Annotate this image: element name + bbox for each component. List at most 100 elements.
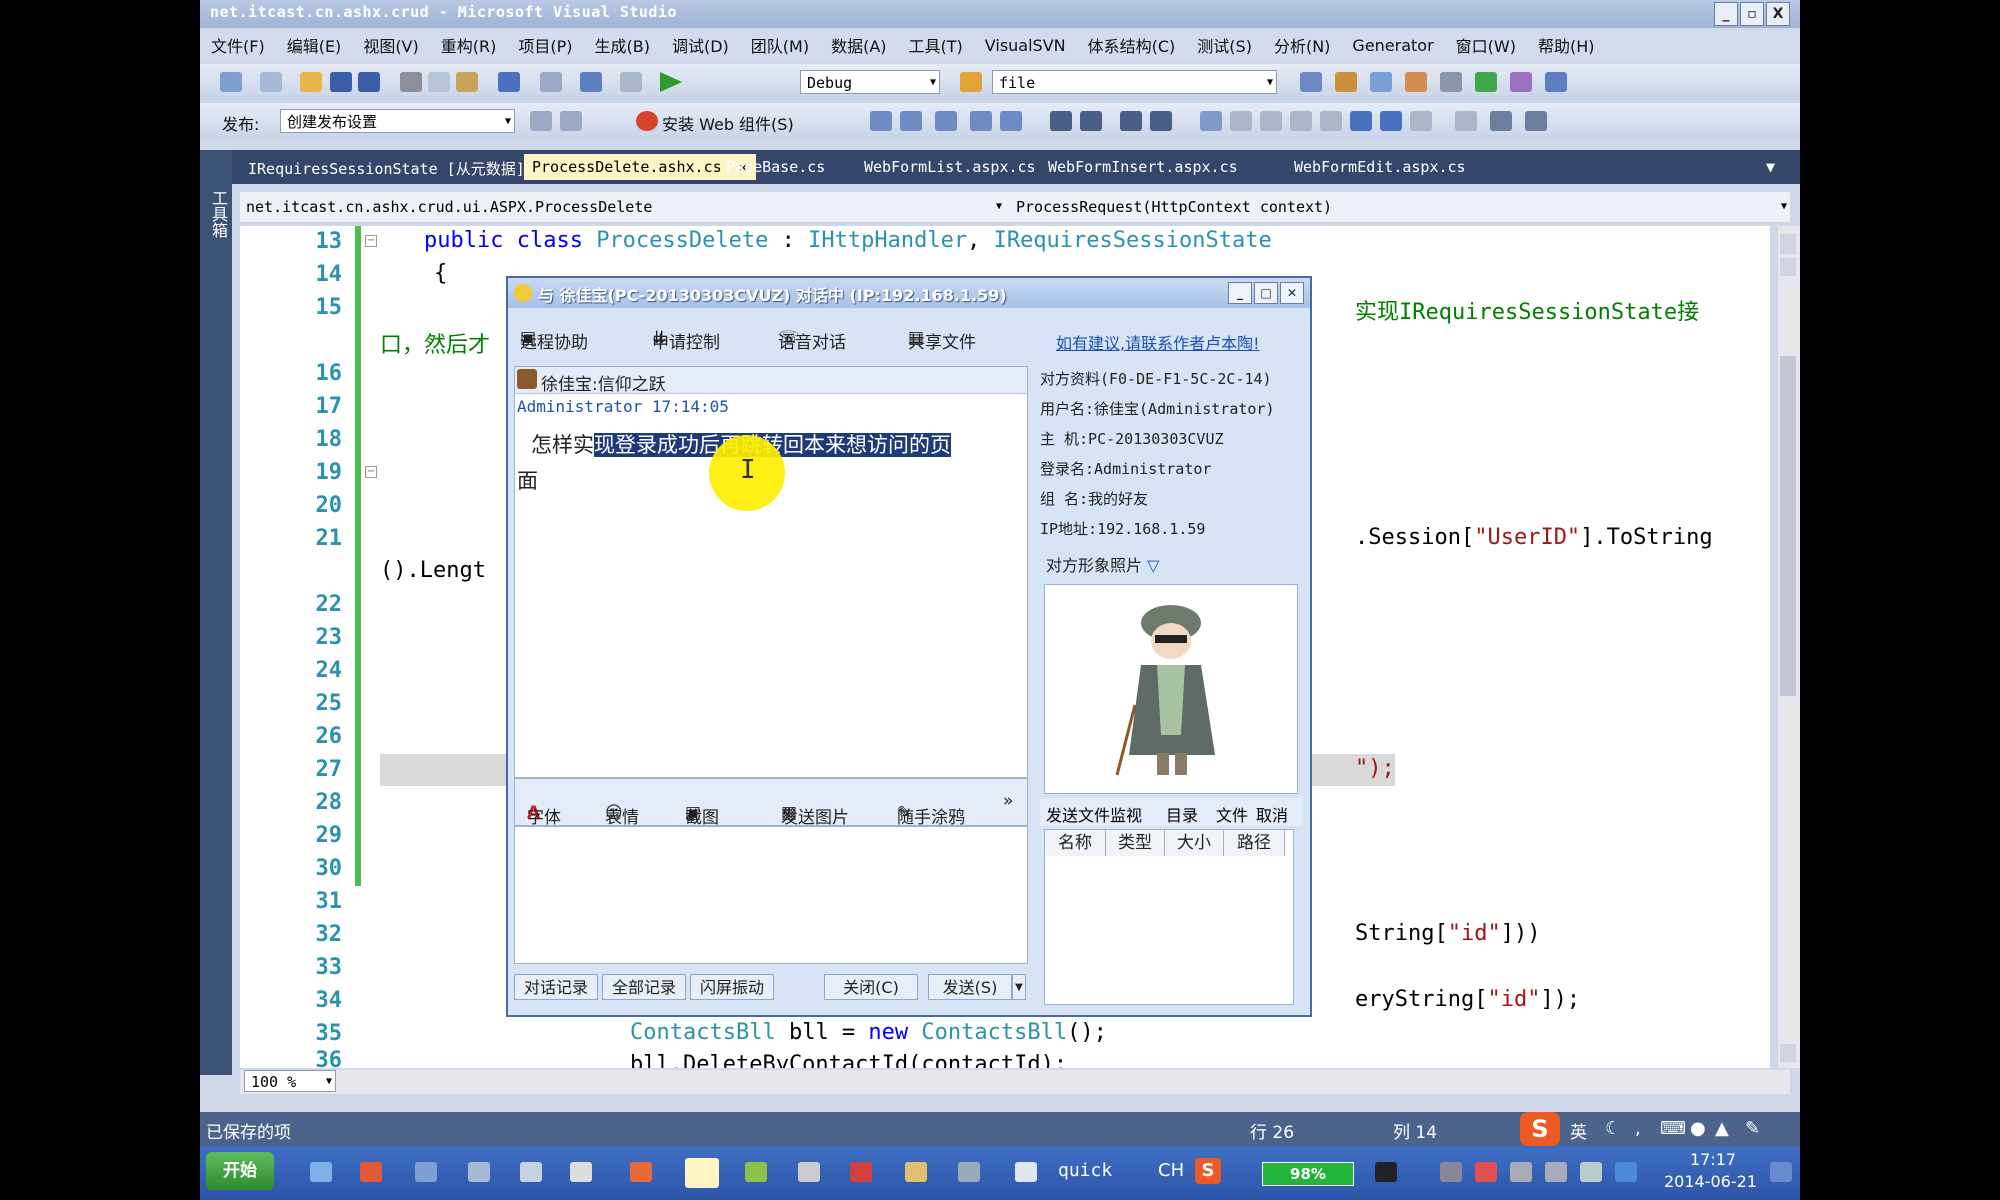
chat-maximize-button[interactable]: □ <box>1254 282 1278 304</box>
zoom-dropdown[interactable]: 100 % ▼ <box>244 1070 336 1092</box>
file-col-name[interactable]: 名称 <box>1045 830 1106 856</box>
arrow-up-icon[interactable] <box>1525 111 1547 131</box>
horizontal-scrollbar[interactable]: 100 % ▼ <box>240 1070 1790 1094</box>
layout-icon[interactable] <box>1455 111 1477 131</box>
taskbar-chat-icon[interactable] <box>685 1158 719 1188</box>
message-history[interactable]: 徐佳宝:信仰之跃 Administrator 17:14:05 怎样实现登录成功… <box>514 366 1028 778</box>
taskbar-app-icon[interactable] <box>798 1162 820 1182</box>
ime-keyboard-icon[interactable]: ⌨ <box>1660 1118 1686 1139</box>
install-web-label[interactable]: 安装 Web 组件(S) <box>662 111 794 135</box>
type-dropdown[interactable]: net.itcast.cn.ashx.crud.ui.ASPX.ProcessD… <box>240 195 1005 219</box>
taskbar-app-icon[interactable] <box>570 1162 592 1182</box>
navigate-next-icon[interactable] <box>1380 111 1402 131</box>
tab-pagebase[interactable]: PageBase.cs <box>726 158 825 176</box>
new-project-icon[interactable] <box>220 72 242 92</box>
file-col-size[interactable]: 大小 <box>1165 830 1224 856</box>
add-item-icon[interactable] <box>260 72 282 92</box>
quick-launch-label[interactable]: quick <box>1058 1160 1112 1181</box>
menu-team[interactable]: 团队(M) <box>740 33 820 57</box>
ime-lang[interactable]: 英 <box>1570 1118 1587 1143</box>
save-all-icon[interactable] <box>358 72 380 92</box>
menu-tools[interactable]: 工具(T) <box>898 33 974 57</box>
tab-list-chevron-icon[interactable]: ▼ <box>1766 158 1775 176</box>
close-button[interactable]: X <box>1766 2 1790 26</box>
indent-icon[interactable] <box>1080 111 1102 131</box>
align-icon[interactable] <box>900 111 922 131</box>
close-chat-button[interactable]: 关闭(C) <box>824 974 918 1000</box>
cut-icon[interactable] <box>400 72 422 92</box>
shake-button[interactable]: 闪屏振动 <box>690 974 774 1000</box>
format-icon[interactable] <box>870 111 892 131</box>
file-col-path[interactable]: 路径 <box>1224 830 1285 856</box>
network-icon[interactable] <box>1440 1162 1462 1182</box>
publish-settings-icon[interactable] <box>560 111 582 131</box>
minimize-button[interactable]: _ <box>1714 2 1738 26</box>
tab-webforminsert[interactable]: WebFormInsert.aspx.cs <box>1048 158 1238 176</box>
install-web-icon[interactable] <box>636 111 658 131</box>
find-symbol-icon[interactable] <box>1410 111 1432 131</box>
copy-icon[interactable] <box>428 72 450 92</box>
menu-generator[interactable]: Generator <box>1341 36 1444 55</box>
taskbar-app-icon[interactable] <box>630 1162 652 1182</box>
start-page-icon[interactable] <box>1475 72 1497 92</box>
open-folder-icon[interactable] <box>300 72 322 92</box>
ime-punct-icon[interactable]: , <box>1635 1118 1641 1139</box>
navigate-icon[interactable] <box>580 72 602 92</box>
taskbar-app-icon[interactable] <box>905 1162 927 1182</box>
menu-test[interactable]: 测试(S) <box>1186 33 1263 57</box>
extension-icon[interactable] <box>1510 72 1532 92</box>
taskbar-app-icon[interactable] <box>310 1162 332 1182</box>
bookmark-icon[interactable] <box>1200 111 1222 131</box>
find-in-files-icon[interactable] <box>960 72 982 92</box>
lang-indicator[interactable]: CH <box>1158 1160 1184 1181</box>
flag-icon[interactable] <box>1475 1162 1497 1182</box>
menu-help[interactable]: 帮助(H) <box>1527 33 1606 57</box>
undo-icon[interactable] <box>498 72 520 92</box>
redo-icon[interactable] <box>540 72 562 92</box>
bookmark-clear-icon[interactable] <box>1290 111 1312 131</box>
menu-view[interactable]: 视图(V) <box>352 33 429 57</box>
collapse-icon[interactable]: − <box>365 235 377 247</box>
taskbar-app-icon[interactable] <box>850 1162 872 1182</box>
file-open-button[interactable]: 文件 <box>1216 802 1248 826</box>
bookmark-folder-icon[interactable] <box>1320 111 1342 131</box>
tab-webformlist[interactable]: WebFormList.aspx.cs <box>864 158 1036 176</box>
object-browser-icon[interactable] <box>1370 72 1392 92</box>
tab-processdelete[interactable]: ProcessDelete.ashx.cs ✕ <box>524 154 756 180</box>
vertical-scrollbar[interactable] <box>1778 226 1800 1068</box>
ime-settings-icon[interactable]: ✎ <box>1745 1118 1760 1139</box>
scroll-up-icon[interactable] <box>1780 258 1796 276</box>
solution-explorer-icon[interactable] <box>1300 72 1322 92</box>
bookmark-prev-icon[interactable] <box>1230 111 1252 131</box>
menu-visualsvn[interactable]: VisualSVN <box>974 36 1077 55</box>
taskbar-app-icon[interactable] <box>745 1162 767 1182</box>
comment-icon[interactable] <box>1120 111 1142 131</box>
send-button[interactable]: 发送(S) <box>928 974 1012 1000</box>
uncomment-icon[interactable] <box>1150 111 1172 131</box>
scroll-thumb[interactable] <box>1780 356 1796 696</box>
device-icon[interactable] <box>1510 1162 1532 1182</box>
taskbar-app-icon[interactable] <box>360 1162 382 1182</box>
paste-icon[interactable] <box>456 72 478 92</box>
save-icon[interactable] <box>330 72 352 92</box>
security-icon[interactable] <box>1545 1162 1567 1182</box>
shield-icon[interactable] <box>1615 1162 1637 1182</box>
text-icon[interactable] <box>970 111 992 131</box>
show-desktop-icon[interactable] <box>1770 1162 1792 1182</box>
publish-web-icon[interactable] <box>530 111 552 131</box>
bookmark-next-icon[interactable] <box>1260 111 1282 131</box>
publish-dropdown[interactable]: 创建发布设置 ▼ <box>280 109 515 133</box>
battery-indicator[interactable]: 98% <box>1262 1162 1354 1186</box>
sogou-tray-icon[interactable]: S <box>1195 1158 1221 1184</box>
pointer-icon[interactable] <box>935 111 957 131</box>
menu-window[interactable]: 窗口(W) <box>1445 33 1527 57</box>
clock-date[interactable]: 2014-06-21 <box>1664 1172 1757 1191</box>
split-icon[interactable] <box>1780 234 1796 254</box>
taskbar-app-icon[interactable] <box>520 1162 542 1182</box>
menu-edit[interactable]: 编辑(E) <box>276 33 353 57</box>
menu-project[interactable]: 项目(P) <box>507 33 583 57</box>
photo-label[interactable]: 对方形象照片 ▽ <box>1046 552 1159 576</box>
send-options-chevron-icon[interactable]: ▼ <box>1012 974 1026 1000</box>
toolbox-icon[interactable] <box>1405 72 1427 92</box>
taskbar-app-icon[interactable] <box>415 1162 437 1182</box>
